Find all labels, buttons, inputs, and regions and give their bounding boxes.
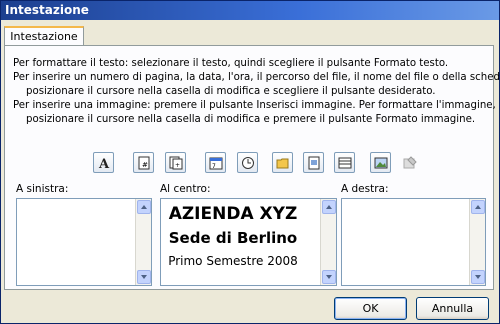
tab-label: Intestazione — [10, 30, 78, 43]
left-section-label: A sinistra: — [16, 183, 69, 195]
scroll-up-icon[interactable] — [471, 200, 485, 214]
file-path-button[interactable] — [272, 152, 293, 173]
ok-button[interactable]: OK — [334, 297, 407, 320]
scroll-down-icon[interactable] — [471, 270, 485, 284]
calendar-icon: 7 — [209, 157, 222, 170]
sheet-name-button[interactable] — [334, 152, 355, 173]
instructions: Per formattare il testo: selezionare il … — [13, 57, 500, 127]
format-picture-icon — [403, 155, 417, 168]
scroll-down-icon[interactable] — [137, 270, 151, 284]
center-line-1: AZIENDA XYZ — [168, 204, 298, 224]
center-line-3: Primo Semestre 2008 — [168, 254, 298, 268]
instruction-line: posizionare il cursore nella casella di … — [26, 86, 436, 97]
instruction-line: Per formattare il testo: selezionare il … — [13, 58, 449, 69]
picture-icon — [374, 157, 387, 168]
center-section-label: Al centro: — [160, 183, 211, 195]
left-section-input[interactable] — [16, 198, 152, 286]
svg-text:7: 7 — [212, 163, 216, 170]
right-section-input[interactable] — [341, 198, 486, 286]
instruction-line: Per inserire un numero di pagina, la dat… — [13, 72, 500, 83]
clock-icon — [241, 156, 254, 169]
svg-text:#: # — [142, 161, 148, 169]
vertical-scrollbar[interactable] — [469, 199, 485, 285]
scroll-up-icon[interactable] — [322, 200, 336, 214]
center-section-input[interactable]: AZIENDA XYZ Sede di Berlino Primo Semest… — [160, 198, 337, 286]
scroll-up-icon[interactable] — [137, 200, 151, 214]
title-bar: Intestazione — [1, 1, 499, 20]
dialog-window: Intestazione Intestazione Per formattare… — [0, 0, 500, 324]
time-button[interactable] — [237, 152, 258, 173]
page-number-button[interactable]: # — [133, 152, 154, 173]
right-section-label: A destra: — [341, 183, 389, 195]
window-title: Intestazione — [5, 3, 89, 17]
vertical-scrollbar[interactable] — [135, 199, 151, 285]
page-number-icon: # — [138, 156, 149, 169]
center-line-2: Sede di Berlino — [168, 229, 298, 247]
date-button[interactable]: 7 — [205, 152, 226, 173]
tab-intestazione[interactable]: Intestazione — [4, 26, 84, 46]
svg-text:A: A — [98, 157, 110, 170]
file-icon — [308, 156, 319, 169]
format-picture-button[interactable] — [399, 152, 420, 173]
format-text-icon: A — [98, 157, 110, 170]
tab-panel: Per formattare il testo: selezionare il … — [4, 45, 500, 290]
insert-picture-button[interactable] — [370, 152, 391, 173]
format-text-button[interactable]: A — [93, 152, 114, 173]
instruction-line: posizionare il cursore nella casella di … — [26, 114, 476, 125]
page-count-button[interactable]: + — [165, 152, 186, 173]
folder-icon — [276, 158, 288, 168]
cancel-button[interactable]: Annulla — [416, 297, 489, 320]
sheet-icon — [338, 157, 351, 168]
vertical-scrollbar[interactable] — [320, 199, 336, 285]
svg-text:+: + — [175, 162, 180, 169]
page-count-icon: + — [169, 156, 182, 169]
scroll-down-icon[interactable] — [322, 270, 336, 284]
file-name-button[interactable] — [303, 152, 324, 173]
instruction-line: Per inserire una immagine: premere il pu… — [13, 100, 496, 111]
